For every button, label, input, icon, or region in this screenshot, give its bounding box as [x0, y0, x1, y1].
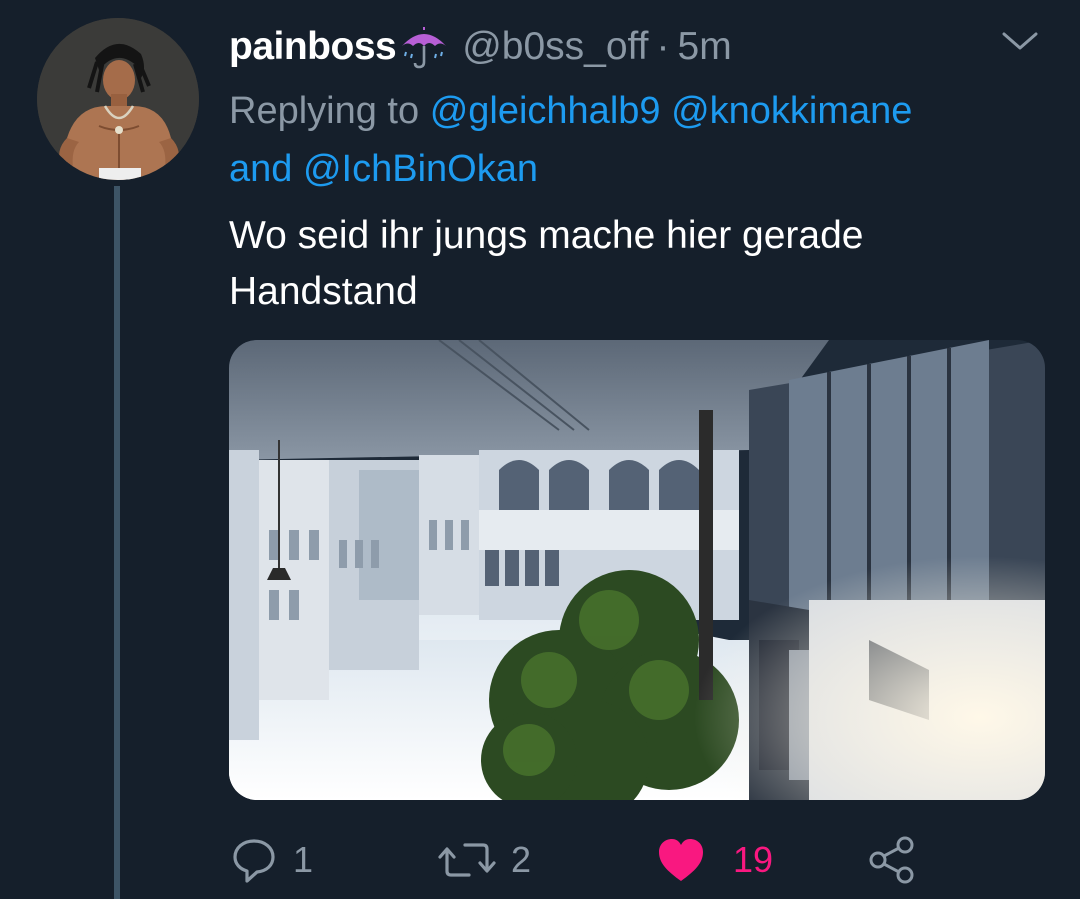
mention-link-ichbinokan[interactable]: @IchBinOkan: [303, 148, 538, 190]
display-name[interactable]: painboss: [229, 25, 397, 69]
tweet-text-line-2: Handstand: [229, 270, 418, 313]
upside-down-street-photo: [229, 340, 1045, 800]
heart-icon: [659, 839, 703, 881]
retweet-button[interactable]: 2: [437, 830, 531, 890]
share-button[interactable]: [867, 830, 917, 890]
tweet-text-line-1: Wo seid ihr jungs mache hier gerade: [229, 214, 864, 257]
reply-count: 1: [293, 839, 314, 880]
like-count: 19: [733, 839, 774, 880]
replying-prefix: Replying to: [229, 90, 420, 132]
timestamp[interactable]: 5m: [678, 25, 732, 69]
like-button[interactable]: 19: [657, 830, 773, 890]
reply-icon: [233, 839, 275, 883]
tweet-media-photo[interactable]: [229, 340, 1045, 800]
mention-link-gleichhalb9[interactable]: @gleichhalb9: [430, 90, 661, 132]
user-handle[interactable]: @b0ss_off: [462, 25, 648, 69]
reply-button[interactable]: 1: [229, 830, 313, 890]
umbrella-with-rain-icon: [398, 24, 450, 70]
action-bar: 1 2 19: [229, 830, 1049, 890]
chevron-down-icon[interactable]: [1000, 26, 1040, 56]
share-icon: [869, 836, 914, 884]
avatar[interactable]: [37, 18, 199, 180]
tweet[interactable]: painboss @b0ss_off · 5m Replying to @gle…: [0, 0, 1080, 899]
retweet-count: 2: [511, 839, 532, 880]
replying-and[interactable]: and: [229, 148, 292, 190]
tweet-header: painboss @b0ss_off · 5m: [229, 20, 732, 74]
mention-link-knokkimane[interactable]: @knokkimane: [671, 90, 912, 132]
tweet-text: Wo seid ihr jungs mache hier gerade Hand…: [229, 208, 1049, 320]
avatar-image: [37, 18, 199, 180]
replying-to: Replying to @gleichhalb9 @knokkimane and…: [229, 82, 1049, 198]
thread-line: [114, 186, 120, 899]
separator-dot: ·: [656, 25, 670, 68]
retweet-icon: [438, 843, 496, 877]
